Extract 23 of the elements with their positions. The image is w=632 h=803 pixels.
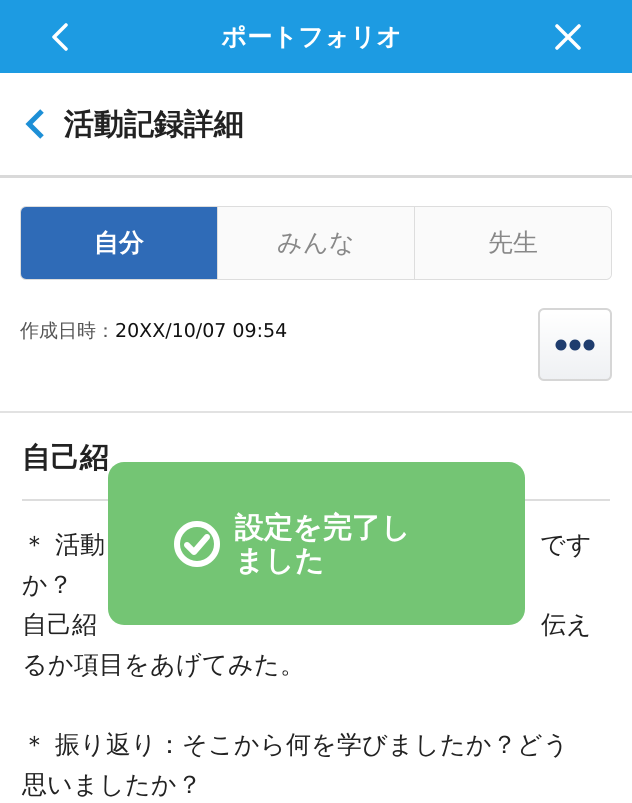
more-button[interactable] — [538, 308, 612, 381]
created-label: 作成日時： — [20, 320, 115, 342]
toast-message: 設定を完了しました — [235, 510, 412, 576]
body-text: ＊ 振り返り：そこから何を学びましたか？どう — [22, 729, 569, 762]
tab[interactable]: 自分 — [21, 207, 217, 279]
section-heading: 自己紹 — [22, 438, 109, 476]
app-title: ポートフォリオ — [222, 20, 402, 53]
body-text: ＊ 活動 — [22, 529, 105, 562]
body-text: です — [540, 529, 592, 562]
body-text: るか項目をあげてみた。 — [22, 649, 305, 682]
tab[interactable]: みんな — [217, 207, 414, 279]
tab[interactable]: 先生 — [414, 207, 611, 279]
back-icon[interactable] — [50, 22, 70, 52]
close-icon[interactable] — [554, 22, 582, 50]
more-icon — [555, 338, 595, 350]
created-date: 20XX/10/07 09:54 — [115, 320, 288, 342]
body-text: 思いましたか？ — [22, 769, 202, 802]
check-icon — [173, 520, 221, 568]
body-text: 伝え — [541, 609, 592, 642]
body-text: 自己紹 — [22, 609, 97, 642]
body-text: か？ — [22, 569, 73, 602]
page-title: 活動記録詳細 — [64, 106, 244, 144]
back-icon[interactable] — [24, 107, 46, 141]
